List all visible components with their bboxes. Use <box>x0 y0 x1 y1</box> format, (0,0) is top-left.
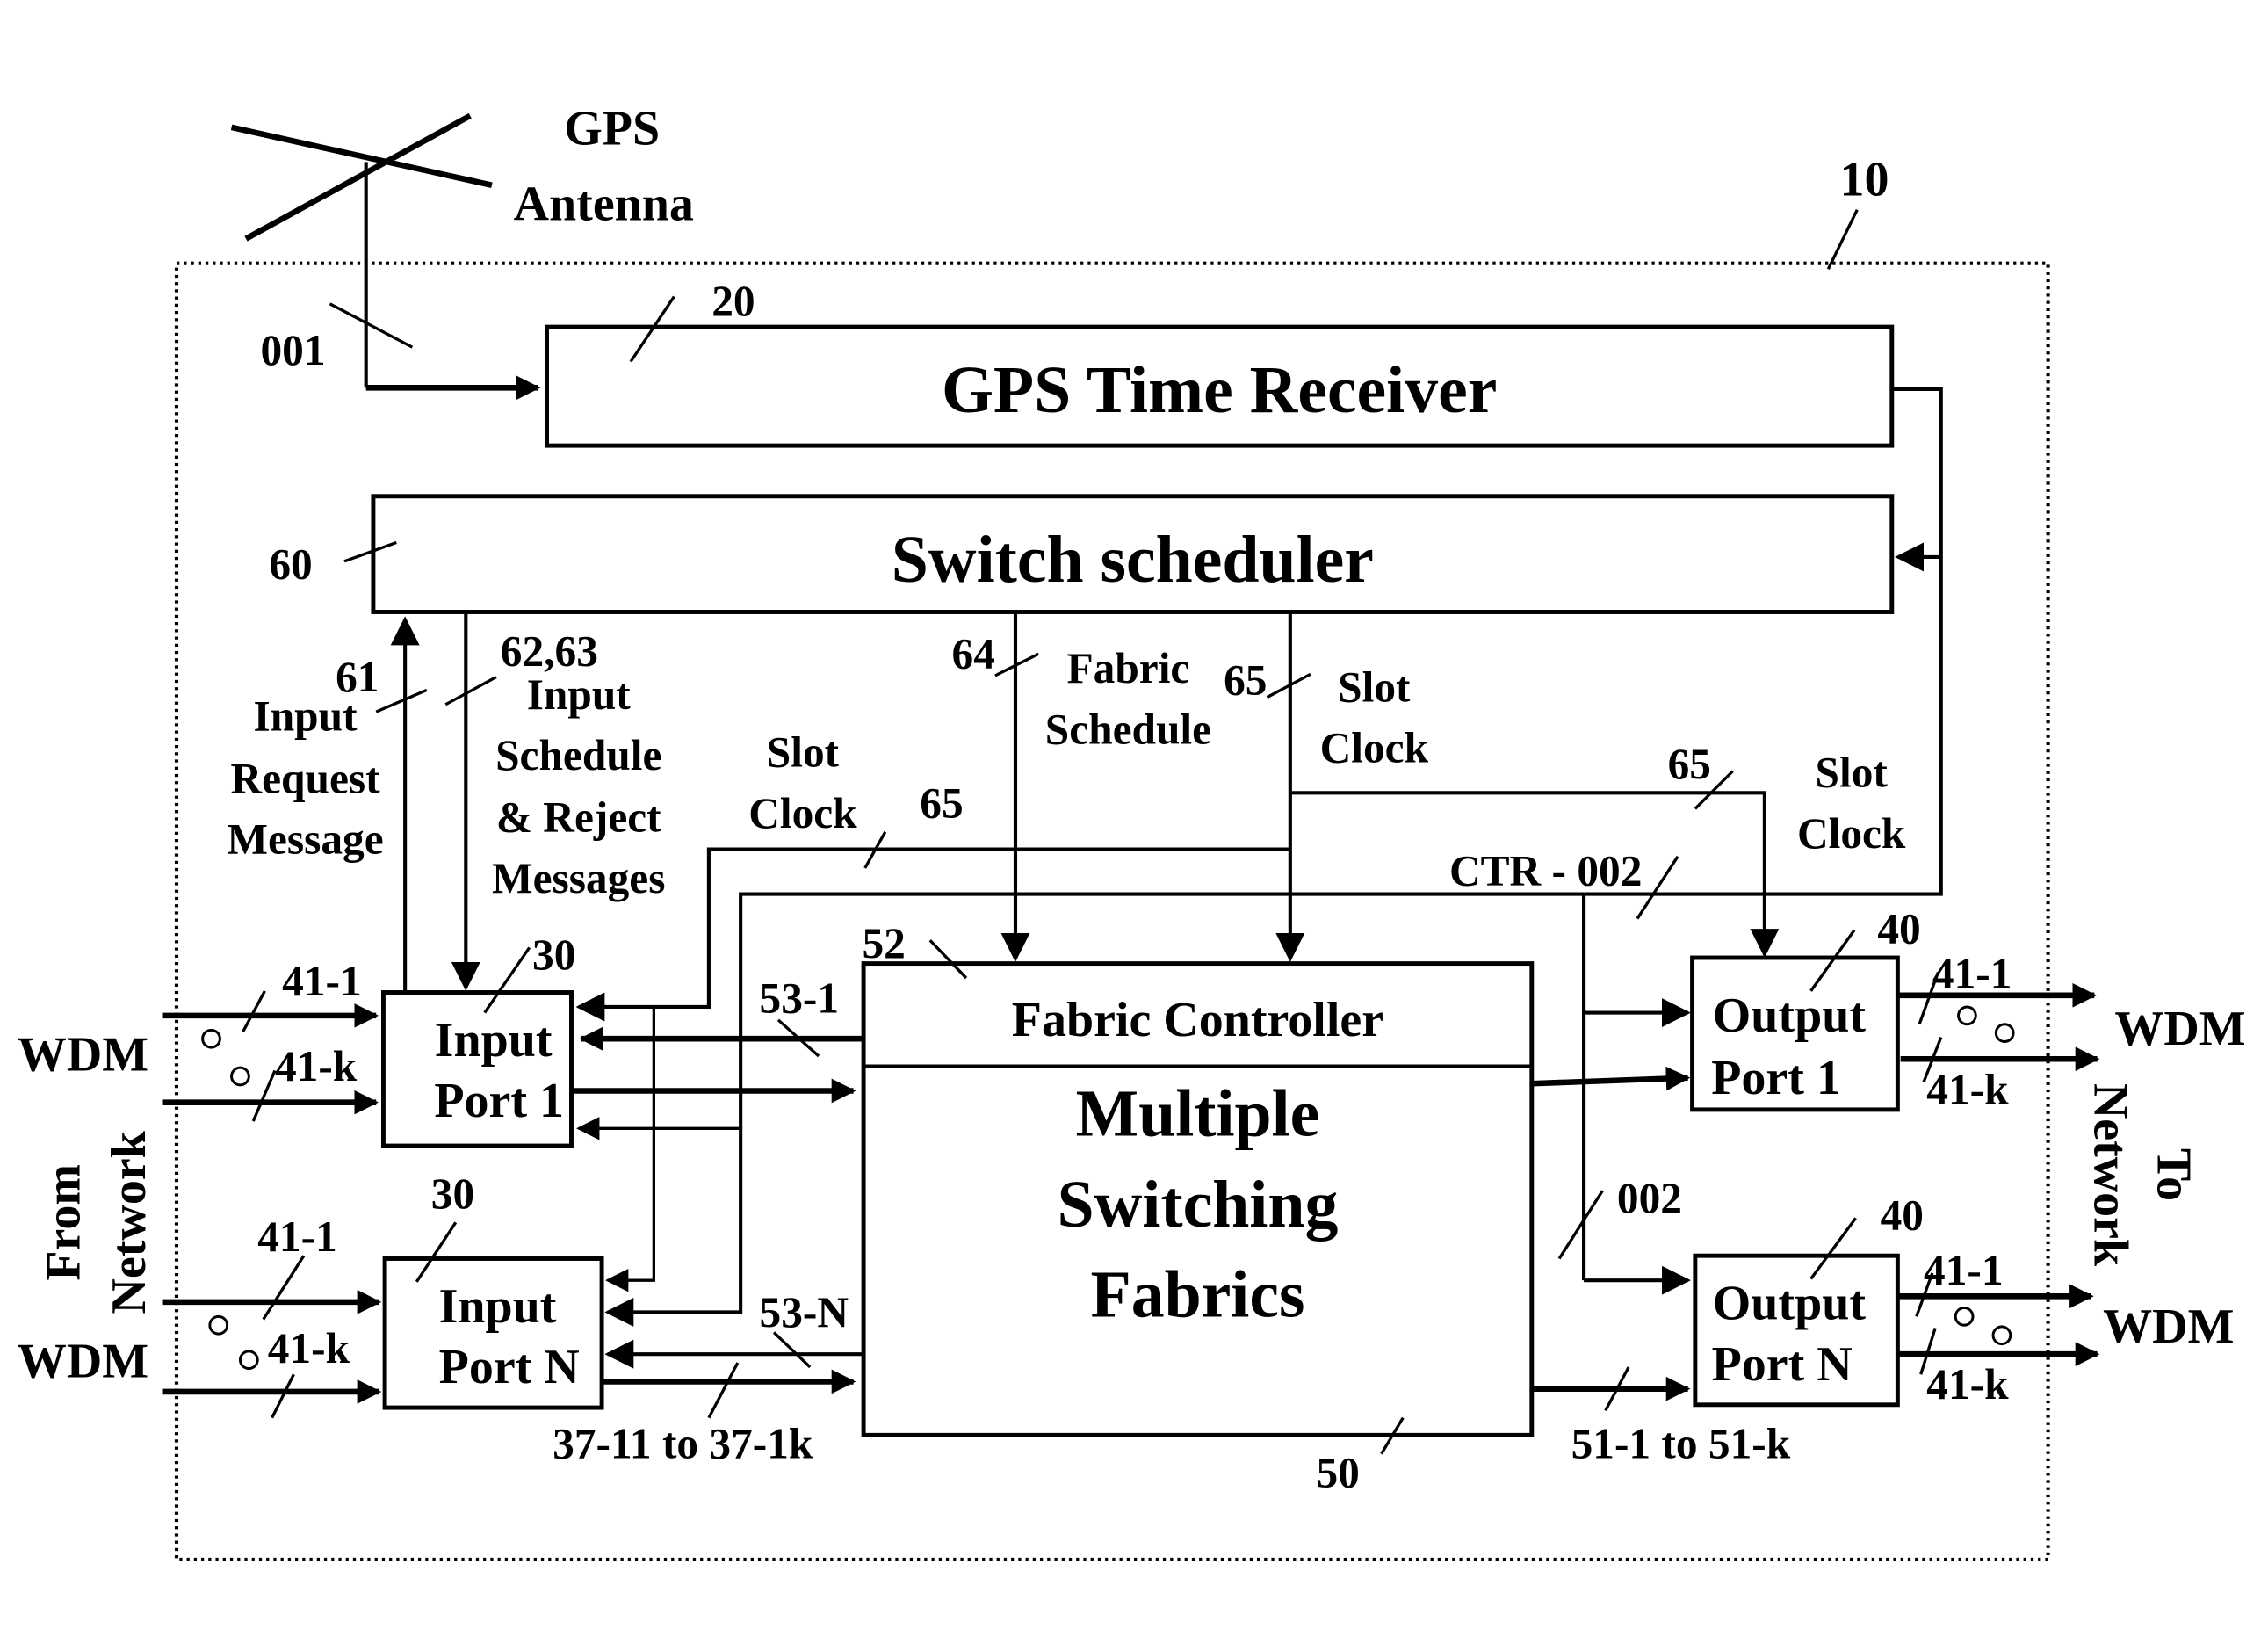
input-request-line1: Input <box>254 692 358 741</box>
ellipsis-dot <box>1954 1306 1975 1327</box>
slot-clock-right-line2: Clock <box>1797 809 1906 858</box>
gps-receiver-ref: 20 <box>711 277 755 325</box>
input-port-1-ref: 30 <box>532 930 575 979</box>
input-port-n-line1: Input <box>439 1279 557 1334</box>
fabric-controller-label: Fabric Controller <box>1012 993 1383 1047</box>
fabric-link-53-n-leader <box>772 1331 812 1369</box>
input-port-1-ch-last-leader <box>251 1069 277 1122</box>
output-port-1-ref: 40 <box>1877 905 1920 953</box>
output-port-n-ch-last: 41-k <box>1926 1360 2009 1408</box>
switch-architecture-diagram: 10 GPS Antenna 001 GPS Time Receiver 20 … <box>18 102 2246 1562</box>
input-schedule-leader <box>444 676 497 706</box>
fabric-link-53-n: 53-N <box>760 1288 849 1336</box>
switch-scheduler-ref: 60 <box>269 540 312 589</box>
input-schedule-line1: Input <box>527 670 632 719</box>
input-schedule-line3: & Reject <box>496 793 661 842</box>
antenna-label-line1: GPS <box>564 102 660 156</box>
output-port-n-ch-first: 41-1 <box>1924 1246 2004 1294</box>
fabric-in-bus-label: 37-11 to 37-1k <box>553 1420 813 1468</box>
input-request-line3: Message <box>227 814 383 863</box>
input-schedule-line2: Schedule <box>495 731 661 779</box>
antenna-link-leader <box>329 302 414 349</box>
system-ref: 10 <box>1840 152 1889 206</box>
network-label-left: Network <box>102 1130 156 1314</box>
output-port-n-line1: Output <box>1713 1277 1867 1331</box>
gps-time-receiver-label: GPS Time Receiver <box>942 354 1497 427</box>
input-port-n-ch-first: 41-1 <box>257 1213 337 1261</box>
input-port-n-ch-first-leader <box>262 1255 306 1321</box>
from-label: From <box>37 1164 91 1281</box>
fabric-ref: 50 <box>1316 1449 1359 1497</box>
fabric-label-line1: Multiple <box>1076 1078 1320 1151</box>
right-wdm-bottom: WDM <box>2103 1300 2234 1354</box>
switch-scheduler-label: Switch scheduler <box>892 524 1374 597</box>
fabric-out-bus-label: 51-1 to 51-k <box>1571 1420 1791 1468</box>
left-wdm-bottom: WDM <box>18 1335 148 1389</box>
fabric-label-line2: Switching <box>1058 1169 1339 1242</box>
fabric-controller-ref: 52 <box>862 919 905 967</box>
input-port-n-ch-last-leader <box>271 1373 295 1419</box>
fabric-schedule-ref: 64 <box>952 630 995 678</box>
input-port-n-ch-last: 41-k <box>268 1324 350 1372</box>
input-port-n: Input Port N 30 41-1 41-k <box>162 1169 604 1419</box>
network-label-right: Network <box>2083 1083 2137 1267</box>
input-port-1-ch-first-leader <box>242 990 266 1032</box>
system-ref-leader <box>1826 209 1859 270</box>
fabric-schedule-line1: Fabric <box>1066 644 1189 692</box>
slot-clock-right-ref: 65 <box>1668 740 1711 788</box>
ctr-leader <box>1636 855 1679 920</box>
fabric-to-output1-arrow <box>1531 1066 1691 1091</box>
input-request-leader <box>375 688 428 713</box>
fabric-schedule-line2: Schedule <box>1045 705 1211 753</box>
to-label: To <box>2147 1148 2201 1201</box>
left-wdm-top: WDM <box>18 1027 148 1082</box>
input-port-n-ref: 30 <box>431 1169 474 1218</box>
input-port-n-line2: Port N <box>439 1340 580 1394</box>
input-port-1-line1: Input <box>435 1013 553 1068</box>
slot-clock-left-line2: Clock <box>748 789 857 837</box>
ctr-branch-leader <box>1557 1190 1604 1260</box>
ellipsis-dot <box>208 1314 229 1336</box>
input-request-line2: Request <box>230 754 380 802</box>
antenna-label-line2: Antenna <box>514 177 694 231</box>
input-port-1-ch-first: 41-1 <box>282 957 362 1005</box>
input-schedule-ref: 62,63 <box>501 626 598 675</box>
output-port-1-line2: Port 1 <box>1711 1051 1841 1105</box>
fabric-label-line3: Fabrics <box>1090 1258 1304 1331</box>
input-port-1: Input Port 1 30 41-1 41-k <box>162 930 575 1148</box>
output-port-1: Output Port 1 40 41-1 41-k <box>1690 905 2100 1113</box>
ellipsis-dot <box>1994 1023 2015 1043</box>
ellipsis-dot <box>238 1350 259 1371</box>
right-wdm-top: WDM <box>2114 1002 2245 1056</box>
output-port-n-ref: 40 <box>1881 1191 1924 1240</box>
slot-clock-to-port-n <box>605 1006 655 1292</box>
fabric-in-bus-leader <box>707 1362 740 1419</box>
input-port-1-ch-last: 41-k <box>275 1042 358 1090</box>
output-port-1-ch-last: 41-k <box>1926 1065 2009 1113</box>
ellipsis-dot <box>201 1028 221 1049</box>
slot-clock-left-line1: Slot <box>767 728 840 777</box>
antenna-link-ref: 001 <box>260 326 325 374</box>
output-port-n: Output Port N 40 41-1 41-k <box>1693 1191 2100 1408</box>
slot-clock-left-ref: 65 <box>920 778 963 827</box>
ctr-branch-label: 002 <box>1617 1174 1682 1222</box>
ellipsis-dot <box>230 1066 250 1087</box>
output-port-n-line2: Port N <box>1712 1337 1853 1392</box>
output-port-1-line1: Output <box>1713 988 1867 1043</box>
input-port-1-line2: Port 1 <box>434 1074 564 1128</box>
ellipsis-dot <box>1957 1005 1977 1026</box>
input-schedule-line4: Messages <box>492 854 665 902</box>
slot-clock-center-ref: 65 <box>1224 655 1267 704</box>
slot-clock-center-line2: Clock <box>1320 724 1429 772</box>
output-port-1-ch-first: 41-1 <box>1932 950 2012 998</box>
fabric-link-53-1: 53-1 <box>760 974 840 1023</box>
slot-clock-right-line1: Slot <box>1816 749 1889 797</box>
ellipsis-dot <box>1991 1325 2012 1346</box>
slot-clock-center-line1: Slot <box>1338 663 1411 712</box>
ctr-label: CTR - 002 <box>1449 847 1642 895</box>
